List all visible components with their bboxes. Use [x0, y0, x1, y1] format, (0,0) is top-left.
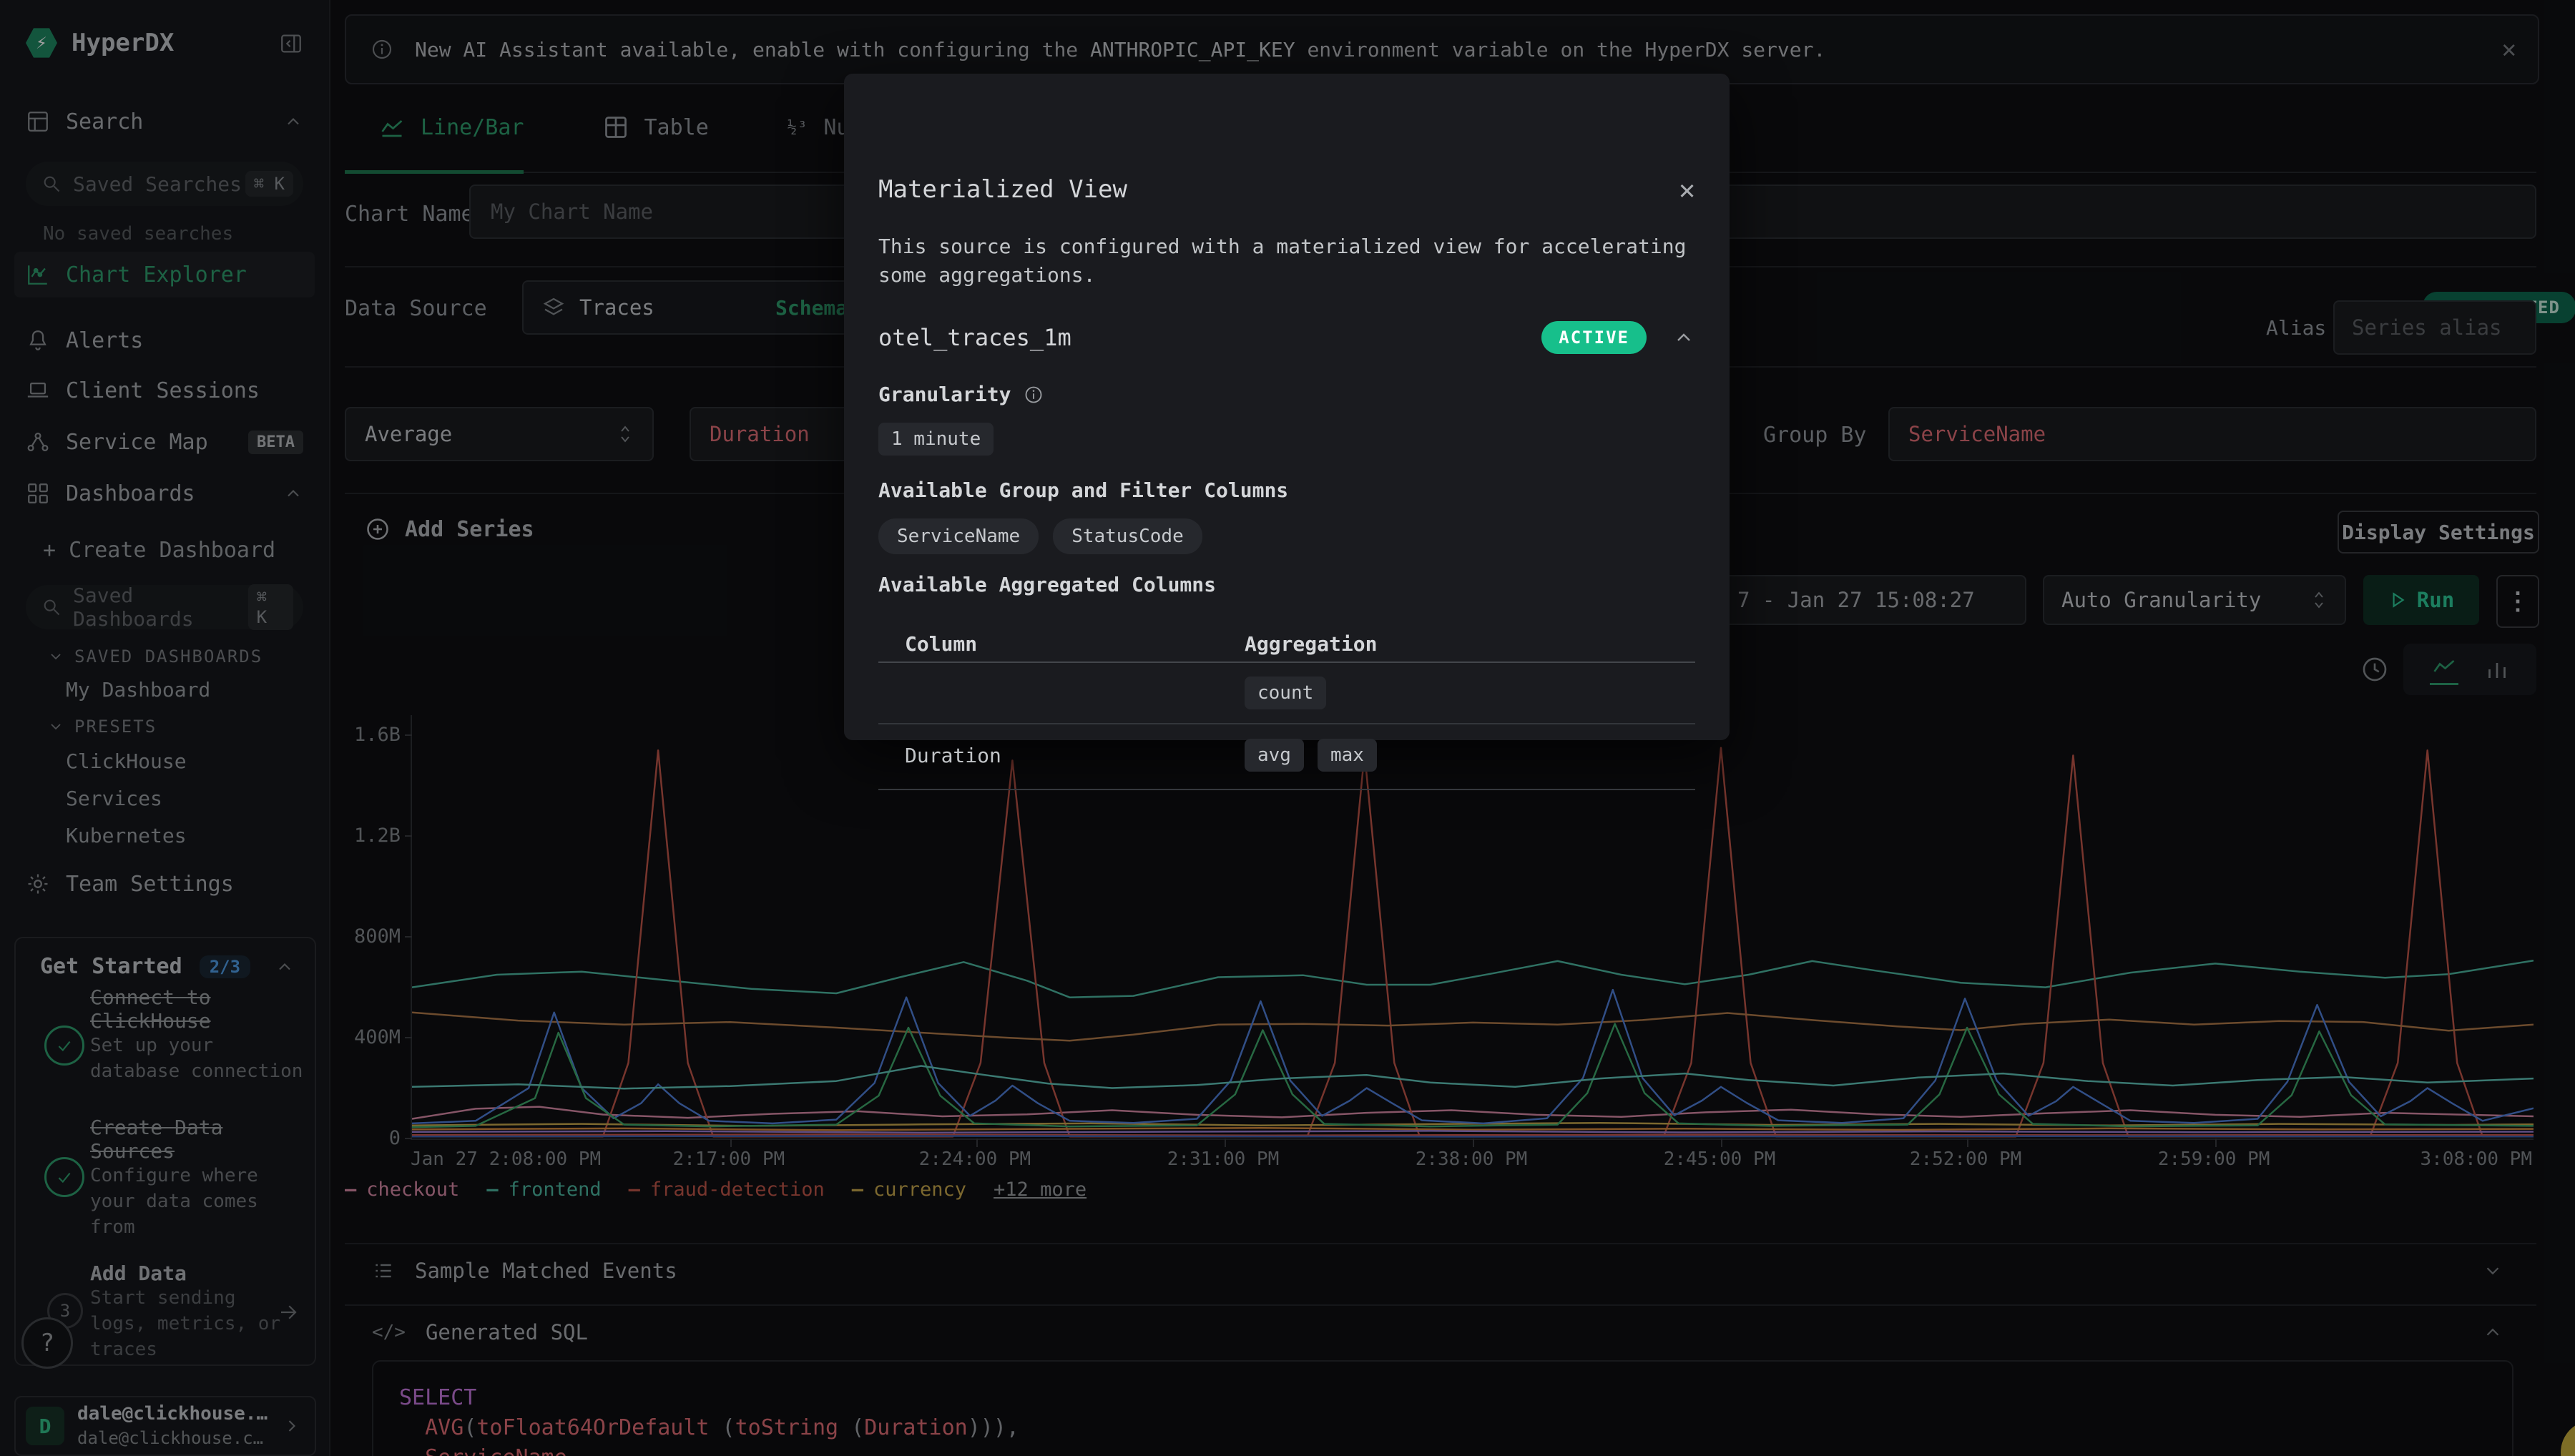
hyperdx-app: ⚡ HyperDX Search Saved Searches ⌘ K No s… — [0, 0, 2575, 1456]
table-row: Duration avg max — [878, 724, 1695, 786]
group-filter-chips: ServiceName StatusCode — [878, 518, 1695, 554]
table-header-column: Column — [905, 632, 977, 656]
modal-title: Materialized View — [878, 175, 1695, 204]
active-badge: ACTIVE — [1541, 321, 1647, 354]
group-filter-label: Available Group and Filter Columns — [878, 478, 1695, 502]
chevron-up-icon[interactable] — [1672, 326, 1695, 349]
granularity-row: Granularity — [878, 383, 1695, 406]
view-row[interactable]: otel_traces_1m ACTIVE — [878, 321, 1695, 354]
aggregation-chip: avg — [1245, 739, 1304, 772]
table-header-aggregation: Aggregation — [1245, 632, 1377, 656]
view-name: otel_traces_1m — [878, 324, 1071, 351]
materialized-view-modal: Materialized View ✕ This source is confi… — [844, 74, 1730, 740]
info-icon[interactable] — [1024, 385, 1044, 405]
aggregation-chip: max — [1318, 739, 1377, 772]
column-chip: StatusCode — [1053, 518, 1202, 554]
granularity-chip: 1 minute — [878, 423, 994, 456]
modal-bottom-divider — [878, 789, 1695, 790]
column-chip: ServiceName — [878, 518, 1039, 554]
table-row: count — [878, 663, 1695, 723]
modal-description: This source is configured with a materia… — [878, 232, 1695, 290]
aggregation-chip: count — [1245, 677, 1326, 709]
aggregated-table: Column Aggregation count Duration avg ma… — [878, 626, 1695, 786]
modal-close-icon[interactable]: ✕ — [1679, 174, 1695, 205]
aggregated-label: Available Aggregated Columns — [878, 573, 1695, 596]
